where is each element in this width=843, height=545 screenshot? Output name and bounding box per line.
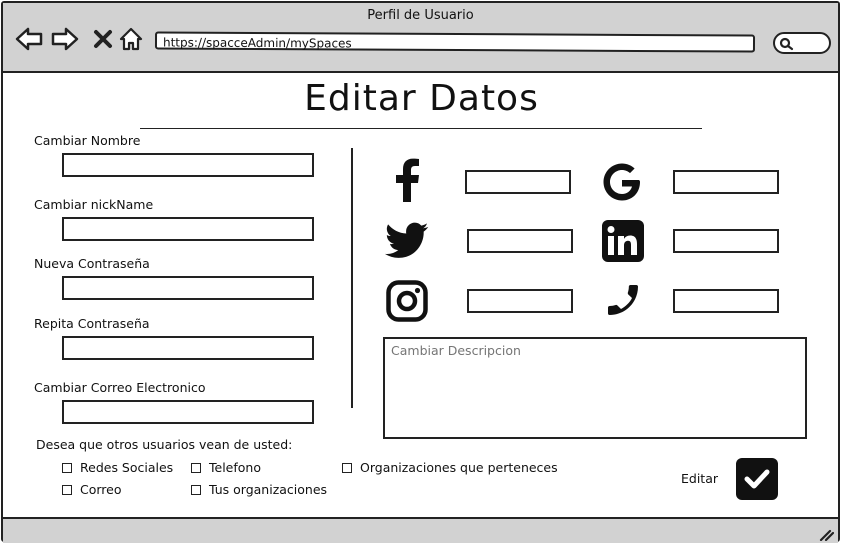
checkbox-label: Telefono (209, 460, 261, 475)
new-password-input[interactable] (62, 276, 314, 300)
window-title: Perfil de Usuario (367, 8, 474, 23)
resize-handle-icon[interactable] (818, 527, 834, 541)
instagram-icon (385, 279, 429, 323)
edit-button[interactable] (736, 458, 778, 500)
checkbox-box[interactable] (62, 462, 72, 473)
google-input[interactable] (673, 170, 779, 194)
name-input[interactable] (62, 153, 314, 177)
field-label-name: Cambiar Nombre (34, 133, 141, 148)
arrow-right-icon (51, 27, 79, 51)
email-input[interactable] (62, 400, 314, 424)
checkbox-organizations-member[interactable]: Organizaciones que perteneces (342, 460, 558, 475)
search-icon (779, 37, 794, 51)
forward-button[interactable] (51, 25, 79, 53)
close-icon (94, 30, 112, 48)
arrow-left-icon (15, 27, 43, 51)
description-input[interactable] (385, 339, 805, 437)
stop-button[interactable] (89, 25, 117, 53)
url-bar[interactable]: https://spacceAdmin/mySpaces (154, 31, 756, 53)
checkbox-your-organizations[interactable]: Tus organizaciones (191, 482, 327, 497)
checkbox-label: Redes Sociales (80, 460, 174, 475)
phone-icon (601, 278, 645, 322)
checkbox-phone[interactable]: Telefono (191, 460, 261, 475)
nickname-input[interactable] (62, 217, 314, 241)
field-label-nickname: Cambiar nickName (34, 197, 154, 212)
checkbox-label: Correo (80, 482, 122, 497)
description-textarea[interactable] (383, 337, 807, 439)
facebook-icon (385, 158, 429, 202)
facebook-input[interactable] (465, 170, 571, 194)
twitter-input[interactable] (467, 229, 573, 253)
checkbox-box[interactable] (62, 484, 72, 495)
repeat-password-input[interactable] (62, 336, 314, 360)
field-label-email: Cambiar Correo Electronico (34, 380, 206, 395)
linkedin-icon (601, 219, 645, 263)
phone-input[interactable] (673, 289, 779, 313)
home-icon (119, 27, 143, 51)
home-button[interactable] (117, 25, 145, 53)
status-bar (3, 517, 838, 543)
visibility-prompt: Desea que otros usuarios vean de usted: (36, 437, 293, 452)
edit-label: Editar (681, 471, 719, 486)
page-title: Editar Datos (304, 78, 539, 119)
field-label-new-password: Nueva Contraseña (34, 256, 150, 271)
google-icon (600, 160, 644, 204)
checkbox-box[interactable] (191, 462, 201, 473)
checkbox-label: Tus organizaciones (209, 482, 328, 497)
column-divider (351, 148, 353, 408)
field-label-repeat-password: Repita Contraseña (34, 316, 150, 331)
instagram-input[interactable] (467, 289, 573, 313)
checkmark-icon (744, 469, 770, 489)
back-button[interactable] (15, 25, 43, 53)
twitter-icon (385, 219, 429, 263)
search-field[interactable] (773, 32, 831, 54)
checkbox-box[interactable] (191, 484, 201, 495)
linkedin-input[interactable] (673, 229, 779, 253)
title-divider (140, 128, 702, 129)
checkbox-label: Organizaciones que perteneces (360, 460, 558, 475)
checkbox-social-networks[interactable]: Redes Sociales (62, 460, 173, 475)
checkbox-box[interactable] (342, 462, 352, 473)
browser-toolbar: Perfil de Usuario https://spacceAdmin/my… (3, 3, 838, 73)
checkbox-email[interactable]: Correo (62, 482, 122, 497)
